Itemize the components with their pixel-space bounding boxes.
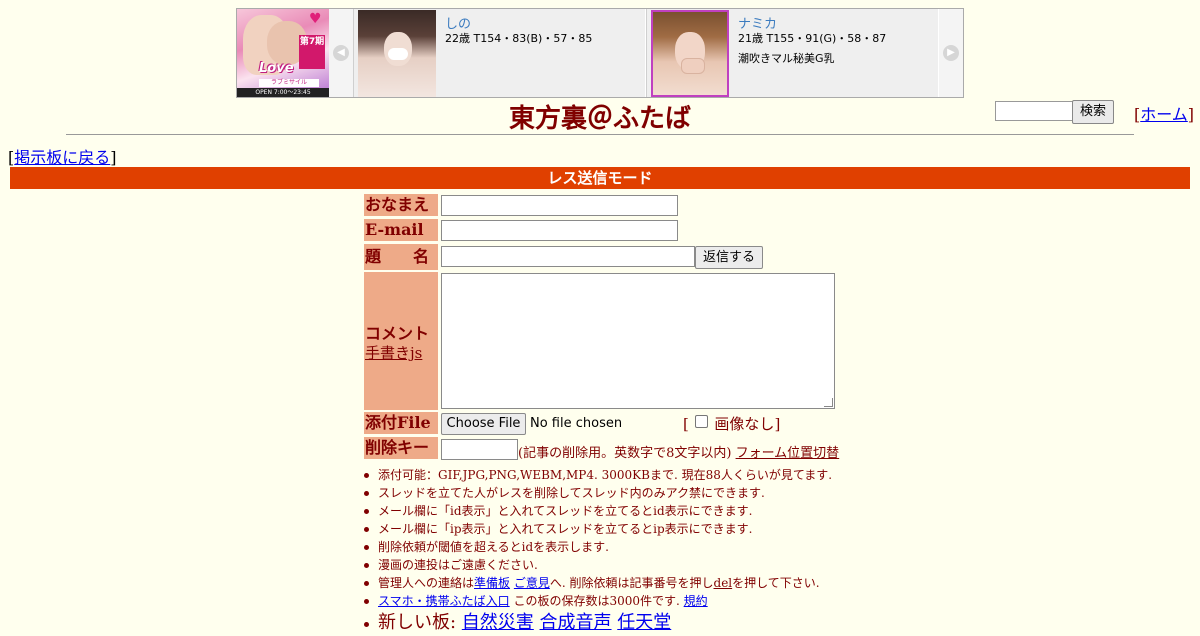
posting-rules-list: 添付可能：GIF,JPG,PNG,WEBM,MP4. 3000KBまで. 現在8… [363,466,833,634]
bracket: [ [683,415,689,433]
feedback-link[interactable]: ご意見 [514,576,550,590]
rule-text: 添付可能：GIF,JPG,PNG,WEBM,MP4. 3000KBまで. 現在8… [378,468,833,482]
rule-text: スレッドを立てた人がレスを削除してスレッド内のみアク禁にできます. [378,486,765,500]
email-input[interactable] [441,220,678,241]
rule-text: メール欄に「ip表示」と入れてスレッドを立てるとip表示にできます. [378,522,753,536]
list-item: スマホ・携帯ふたば入口 この板の保存数は3000件です. 規約 [363,592,832,610]
name-input[interactable] [441,195,678,216]
ad-image[interactable]: ♥ 第7期 Love ラブミサイル OPEN 7:00〜23:45 [237,9,329,97]
email-label: E-mail [364,219,438,241]
comment-label: コメント [365,324,430,343]
chevron-right-icon: ▶ [943,45,959,61]
rule-text: メール欄に「id表示」と入れてスレッドを立てるとid表示にできます. [378,504,753,518]
rule-text: この板の保存数は3000件です. [509,594,684,608]
no-image-option: [ 画像なし] [683,413,780,434]
card-photo [358,10,436,97]
delete-key-input[interactable] [441,439,518,460]
mobile-entrance-link[interactable]: スマホ・携帯ふたば入口 [378,594,510,608]
bracket: ] [110,148,117,167]
ad-logo: Love [259,61,294,76]
hand-icon [681,58,705,74]
bracket: ] [774,415,781,433]
ad-subtitle: ラブミサイル [259,79,319,87]
ad-footer: OPEN 7:00〜23:45 [237,88,329,97]
delete-key-hint: (記事の削除用。英数字で8文字以内) [518,446,732,461]
home-link[interactable]: ホーム [1140,105,1188,124]
list-item: スレッドを立てた人がレスを削除してスレッド内のみアク禁にできます. [363,484,832,502]
heart-icon: ♥ [309,11,322,27]
rule-text: へ. 削除依頼は記事番号を押し [549,576,714,590]
file-label: 添付File [364,412,438,434]
ad-banner[interactable]: ♥ 第7期 Love ラブミサイル OPEN 7:00〜23:45 ◀ しの 2… [236,8,964,98]
subject-input[interactable] [441,246,695,267]
card-photo [651,10,729,97]
rule-text: 削除依頼が閾値を超えるとidを表示します. [378,540,609,554]
banner-next-button[interactable]: ▶ [939,9,963,97]
submit-reply-button[interactable]: 返信する [695,246,763,269]
list-item: 添付可能：GIF,JPG,PNG,WEBM,MP4. 3000KBまで. 現在8… [363,466,833,484]
back-nav: [掲示板に戻る] [8,144,117,168]
rule-text: 漫画の連投はご遠慮ください. [378,558,538,572]
delete-key-label: 削除キー [364,437,438,459]
name-label: おなまえ [364,194,438,216]
terms-link[interactable]: 規約 [684,594,708,608]
banner-card[interactable]: ナミカ 21歳 T155・91(G)・58・87 潮吹きマル秘美G乳 [646,9,938,97]
form-position-switch-link[interactable]: フォーム位置切替 [736,446,840,461]
list-item: 漫画の連投はご遠慮ください. [363,556,832,574]
comment-textarea[interactable] [441,273,835,409]
card-stats: 22歳 T154・83(B)・57・85 [445,32,593,45]
list-item: 新しい板: 自然災害 合成音声 任天堂 [363,610,832,634]
card-comment: 潮吹きマル秘美G乳 [738,52,835,65]
list-item: 削除依頼が閾値を超えるとidを表示します. [363,538,832,556]
reply-mode-bar: レス送信モード [10,167,1190,189]
junbi-board-link[interactable]: 準備板 [474,576,510,590]
banner-prev-button[interactable]: ◀ [329,9,353,97]
chevron-left-icon: ◀ [333,45,349,61]
back-to-board-link[interactable]: 掲示板に戻る [14,148,110,167]
rule-text: を押して下さい. [732,576,820,590]
search-input[interactable] [995,101,1073,121]
list-item: 管理人への連絡は準備板 ご意見へ. 削除依頼は記事番号を押しdelを押して下さい… [363,574,832,592]
list-item: メール欄に「id表示」と入れてスレッドを立てるとid表示にできます. [363,502,832,520]
bracket: ] [1187,105,1195,124]
tegaki-link[interactable]: 手書きjs [365,342,422,363]
banner-card[interactable]: しの 22歳 T154・83(B)・57・85 [353,9,645,97]
search-button[interactable]: 検索 [1072,100,1114,124]
rule-text: 管理人への連絡は [378,576,475,590]
delete-key-hint-row: (記事の削除用。英数字で8文字以内) フォーム位置切替 [518,442,839,461]
card-stats: 21歳 T155・91(G)・58・87 [738,32,887,45]
mask-icon [388,48,408,60]
no-file-text: No file chosen [530,416,623,431]
list-item: メール欄に「ip表示」と入れてスレッドを立てるとip表示にできます. [363,520,832,538]
no-image-label: 画像なし [714,415,775,433]
choose-file-button[interactable]: Choose File [441,413,526,435]
comment-label-cell: コメント 手書きjs [364,272,438,410]
resize-grip-icon[interactable] [824,398,833,407]
home-nav: [ホーム] [1134,101,1194,125]
no-image-checkbox[interactable] [694,415,708,428]
subject-label: 題 名 [364,244,438,270]
del-link[interactable]: del [714,576,733,590]
header-divider [66,134,1134,135]
